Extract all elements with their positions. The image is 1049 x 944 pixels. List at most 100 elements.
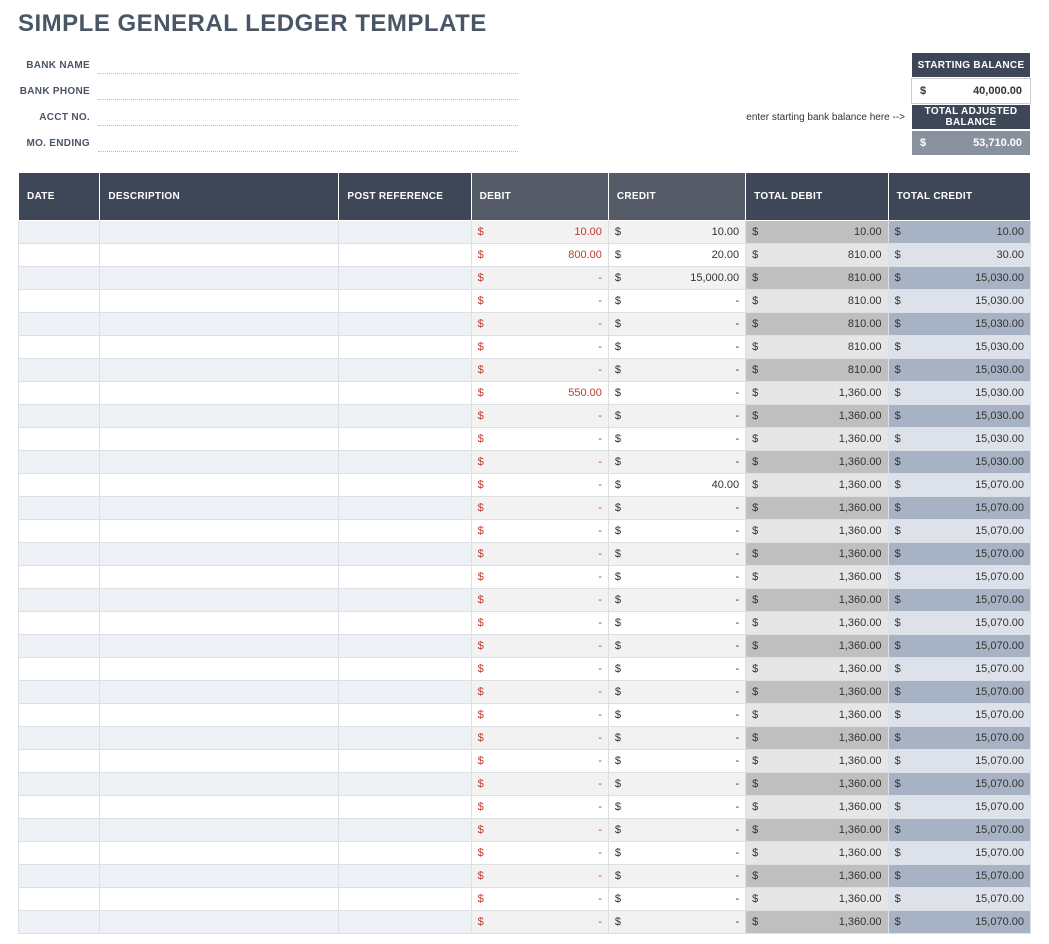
credit-cell[interactable]: $-	[608, 704, 745, 727]
total-credit-cell[interactable]: $15,070.00	[888, 842, 1030, 865]
post-ref-cell[interactable]	[339, 267, 471, 290]
date-cell[interactable]	[19, 543, 100, 566]
credit-cell[interactable]: $-	[608, 819, 745, 842]
date-cell[interactable]	[19, 773, 100, 796]
date-cell[interactable]	[19, 796, 100, 819]
total-debit-cell[interactable]: $1,360.00	[746, 796, 888, 819]
total-debit-cell[interactable]: $1,360.00	[746, 727, 888, 750]
total-debit-cell[interactable]: $1,360.00	[746, 681, 888, 704]
date-cell[interactable]	[19, 704, 100, 727]
credit-cell[interactable]: $-	[608, 911, 745, 934]
total-credit-cell[interactable]: $15,070.00	[888, 543, 1030, 566]
debit-cell[interactable]: $-	[471, 405, 608, 428]
total-debit-cell[interactable]: $1,360.00	[746, 520, 888, 543]
description-cell[interactable]	[100, 382, 339, 405]
post-ref-cell[interactable]	[339, 382, 471, 405]
credit-cell[interactable]: $40.00	[608, 474, 745, 497]
debit-cell[interactable]: $-	[471, 865, 608, 888]
debit-cell[interactable]: $-	[471, 474, 608, 497]
description-cell[interactable]	[100, 313, 339, 336]
post-ref-cell[interactable]	[339, 704, 471, 727]
credit-cell[interactable]: $-	[608, 359, 745, 382]
description-cell[interactable]	[100, 704, 339, 727]
debit-cell[interactable]: $-	[471, 267, 608, 290]
total-debit-cell[interactable]: $1,360.00	[746, 428, 888, 451]
date-cell[interactable]	[19, 405, 100, 428]
debit-cell[interactable]: $800.00	[471, 244, 608, 267]
description-cell[interactable]	[100, 819, 339, 842]
total-credit-cell[interactable]: $15,030.00	[888, 267, 1030, 290]
date-cell[interactable]	[19, 451, 100, 474]
post-ref-cell[interactable]	[339, 589, 471, 612]
post-ref-cell[interactable]	[339, 221, 471, 244]
total-credit-cell[interactable]: $15,030.00	[888, 382, 1030, 405]
total-debit-cell[interactable]: $1,360.00	[746, 773, 888, 796]
post-ref-cell[interactable]	[339, 244, 471, 267]
total-credit-cell[interactable]: $15,070.00	[888, 773, 1030, 796]
debit-cell[interactable]: $-	[471, 635, 608, 658]
date-cell[interactable]	[19, 865, 100, 888]
credit-cell[interactable]: $-	[608, 842, 745, 865]
debit-cell[interactable]: $-	[471, 658, 608, 681]
description-cell[interactable]	[100, 543, 339, 566]
total-credit-cell[interactable]: $15,070.00	[888, 819, 1030, 842]
debit-cell[interactable]: $-	[471, 520, 608, 543]
date-cell[interactable]	[19, 635, 100, 658]
debit-cell[interactable]: $-	[471, 888, 608, 911]
bank-phone-field[interactable]	[98, 82, 518, 100]
total-debit-cell[interactable]: $10.00	[746, 221, 888, 244]
post-ref-cell[interactable]	[339, 750, 471, 773]
debit-cell[interactable]: $-	[471, 359, 608, 382]
total-debit-cell[interactable]: $1,360.00	[746, 612, 888, 635]
post-ref-cell[interactable]	[339, 566, 471, 589]
description-cell[interactable]	[100, 359, 339, 382]
credit-cell[interactable]: $-	[608, 428, 745, 451]
date-cell[interactable]	[19, 290, 100, 313]
description-cell[interactable]	[100, 842, 339, 865]
date-cell[interactable]	[19, 313, 100, 336]
debit-cell[interactable]: $10.00	[471, 221, 608, 244]
description-cell[interactable]	[100, 750, 339, 773]
credit-cell[interactable]: $10.00	[608, 221, 745, 244]
total-debit-cell[interactable]: $1,360.00	[746, 888, 888, 911]
description-cell[interactable]	[100, 773, 339, 796]
description-cell[interactable]	[100, 681, 339, 704]
total-debit-cell[interactable]: $1,360.00	[746, 635, 888, 658]
date-cell[interactable]	[19, 428, 100, 451]
debit-cell[interactable]: $-	[471, 842, 608, 865]
starting-balance-value[interactable]: $ 40,000.00	[911, 78, 1031, 104]
total-credit-cell[interactable]: $15,030.00	[888, 313, 1030, 336]
description-cell[interactable]	[100, 405, 339, 428]
total-credit-cell[interactable]: $15,030.00	[888, 451, 1030, 474]
post-ref-cell[interactable]	[339, 773, 471, 796]
total-credit-cell[interactable]: $15,070.00	[888, 865, 1030, 888]
total-credit-cell[interactable]: $15,070.00	[888, 911, 1030, 934]
total-debit-cell[interactable]: $810.00	[746, 359, 888, 382]
date-cell[interactable]	[19, 267, 100, 290]
total-credit-cell[interactable]: $15,070.00	[888, 704, 1030, 727]
description-cell[interactable]	[100, 796, 339, 819]
credit-cell[interactable]: $15,000.00	[608, 267, 745, 290]
debit-cell[interactable]: $-	[471, 773, 608, 796]
total-credit-cell[interactable]: $15,030.00	[888, 428, 1030, 451]
total-credit-cell[interactable]: $15,070.00	[888, 612, 1030, 635]
total-debit-cell[interactable]: $1,360.00	[746, 405, 888, 428]
date-cell[interactable]	[19, 681, 100, 704]
post-ref-cell[interactable]	[339, 359, 471, 382]
total-credit-cell[interactable]: $15,070.00	[888, 474, 1030, 497]
debit-cell[interactable]: $-	[471, 313, 608, 336]
date-cell[interactable]	[19, 221, 100, 244]
date-cell[interactable]	[19, 888, 100, 911]
description-cell[interactable]	[100, 911, 339, 934]
date-cell[interactable]	[19, 244, 100, 267]
credit-cell[interactable]: $-	[608, 290, 745, 313]
total-debit-cell[interactable]: $810.00	[746, 336, 888, 359]
description-cell[interactable]	[100, 336, 339, 359]
total-debit-cell[interactable]: $1,360.00	[746, 819, 888, 842]
debit-cell[interactable]: $550.00	[471, 382, 608, 405]
description-cell[interactable]	[100, 451, 339, 474]
debit-cell[interactable]: $-	[471, 589, 608, 612]
post-ref-cell[interactable]	[339, 727, 471, 750]
description-cell[interactable]	[100, 520, 339, 543]
total-debit-cell[interactable]: $810.00	[746, 244, 888, 267]
